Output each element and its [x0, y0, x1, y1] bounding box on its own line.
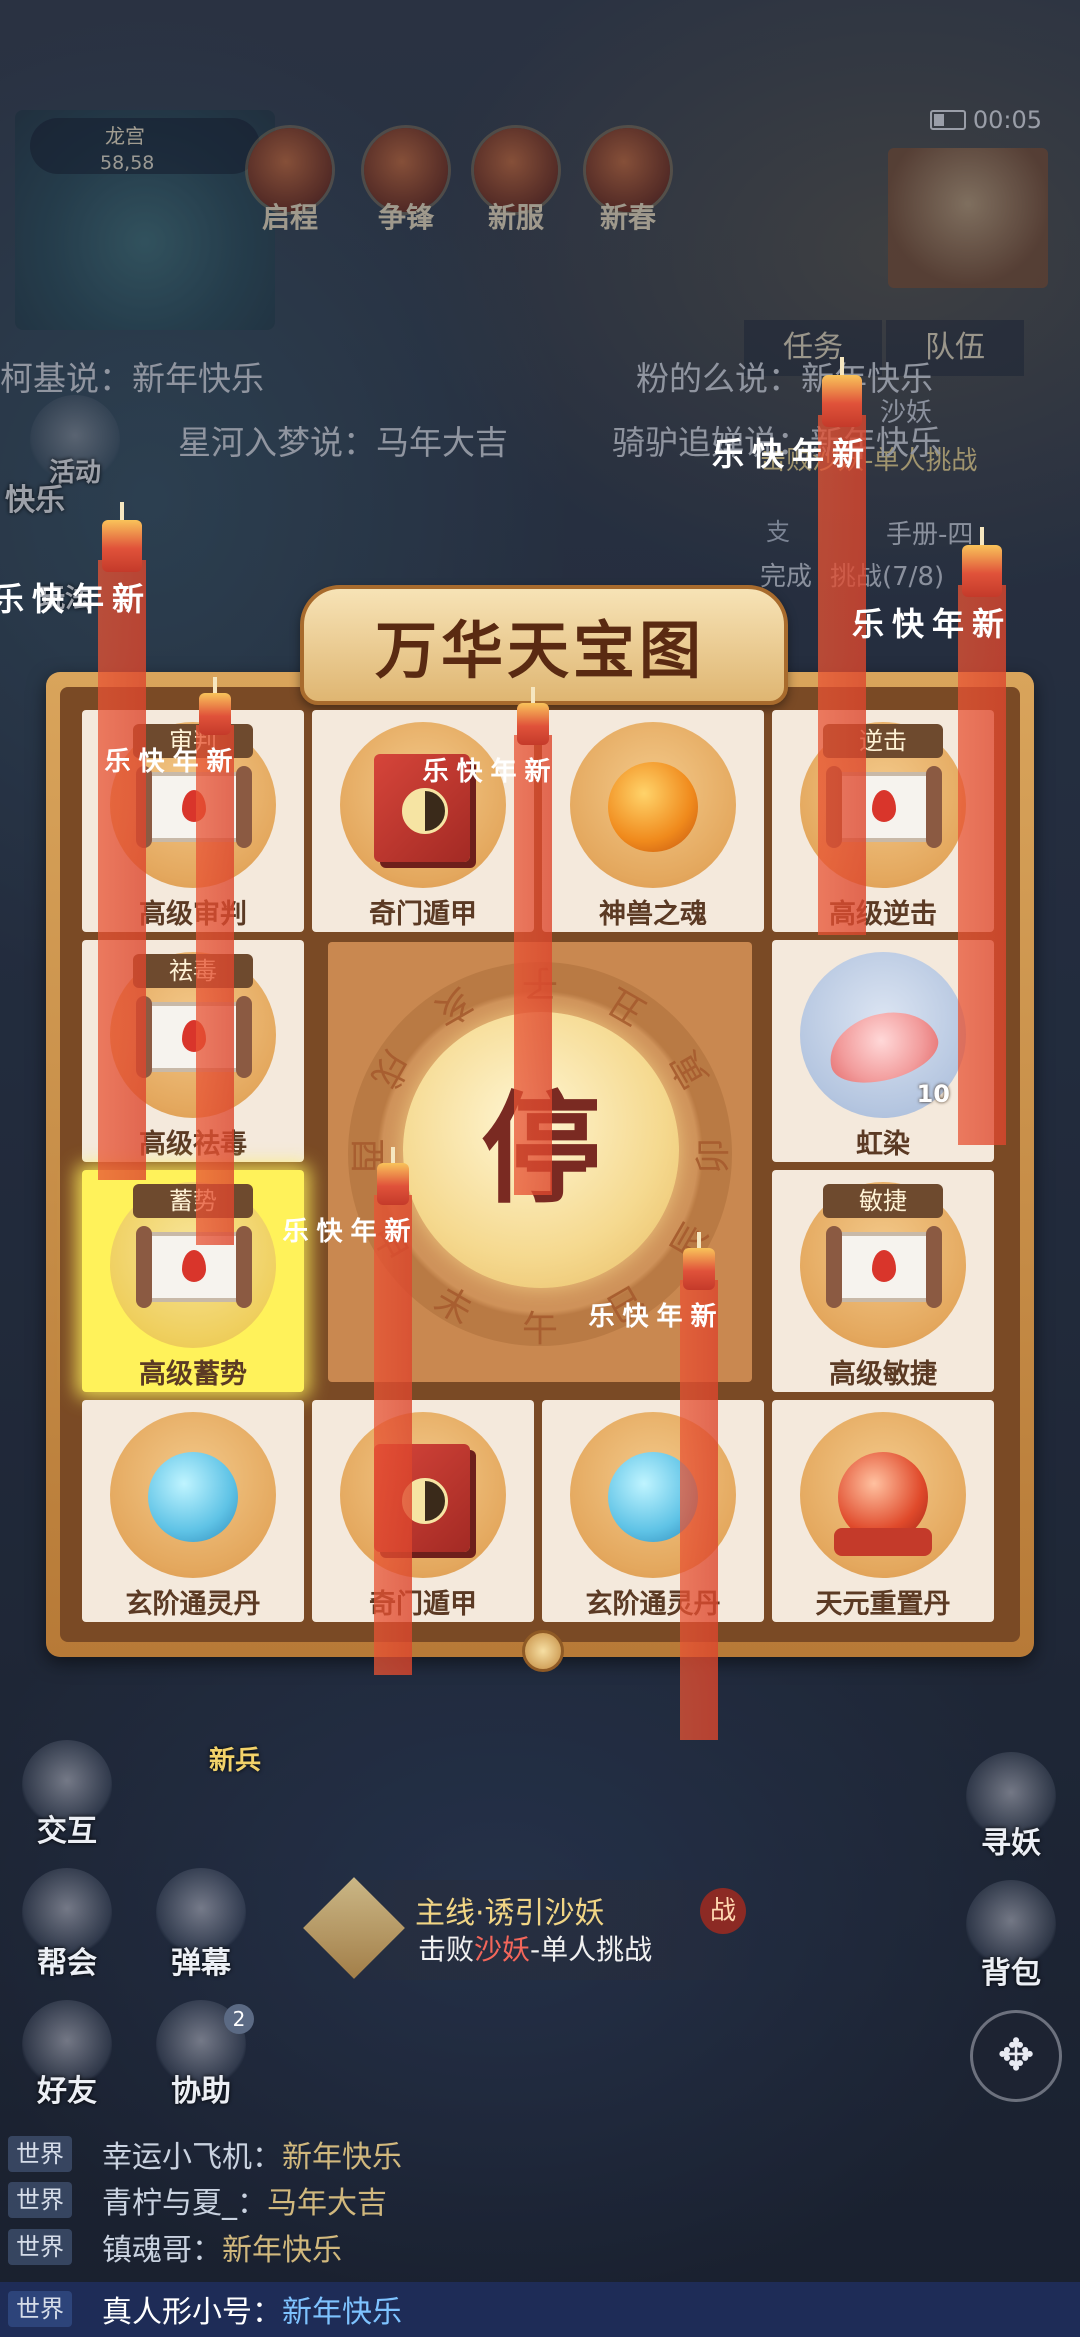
chat-row[interactable]: 世界 青柠与夏_：马年大吉: [8, 2178, 387, 2222]
chat-message: 青柠与夏_：马年大吉: [102, 2178, 387, 2222]
firecracker-ribbon: [818, 415, 866, 935]
chat-text: 新年快乐: [282, 2295, 402, 2330]
chat-message: 幸运小飞机：新年快乐: [102, 2132, 402, 2176]
backpack-label[interactable]: 背包: [956, 1948, 1066, 1992]
guild-label[interactable]: 帮会: [12, 1938, 122, 1982]
firecracker-head: [517, 703, 549, 745]
item-name: 高级蓄势: [139, 1359, 247, 1390]
firecracker-ribbon: [958, 585, 1006, 1145]
firecracker-text: 新年快乐: [0, 582, 145, 618]
firecracker-ribbon: [374, 1195, 412, 1675]
zodiac-char: 卯: [693, 1138, 734, 1175]
chat-row[interactable]: 世界 真人形小号：新年快乐: [8, 2287, 402, 2331]
panel-title: 万华天宝图: [374, 614, 705, 687]
item-name: 神兽之魂: [599, 899, 707, 930]
chat-user: 青柠与夏_：: [102, 2186, 267, 2221]
chat-message: 真人形小号：新年快乐: [102, 2287, 402, 2331]
chat-user: 真人形小号：: [102, 2295, 282, 2330]
reward-cell[interactable]: 玄阶通灵丹: [82, 1400, 304, 1622]
firecracker-head: [199, 693, 231, 735]
quest-objective-target: 沙妖: [474, 1933, 531, 1966]
firecracker-text: 新年快乐: [584, 1302, 716, 1332]
barrage-toggle-label[interactable]: 弹幕: [146, 1938, 256, 1982]
item-name: 天元重置丹: [815, 1589, 951, 1620]
chat-channel: 世界: [8, 2229, 72, 2265]
skill-tag: 祛毒: [133, 954, 253, 988]
chat-user: 镇魂哥：: [102, 2233, 222, 2268]
chat-row[interactable]: 世界 幸运小飞机：新年快乐: [8, 2132, 402, 2176]
assist-badge: 2: [224, 2004, 254, 2034]
assist-label[interactable]: 协助: [146, 2066, 256, 2110]
firecracker-ribbon: [98, 560, 146, 1180]
find-demon-label[interactable]: 寻妖: [956, 1818, 1066, 1862]
chat-row[interactable]: 世界 镇魂哥：新年快乐: [8, 2225, 342, 2269]
chat-channel: 世界: [8, 2182, 72, 2218]
spirit-pill-icon: [148, 1452, 238, 1542]
firecracker-text: 新年快乐: [847, 607, 1005, 643]
firecracker-head: [102, 520, 142, 572]
item-name: 奇门遁甲: [369, 899, 477, 930]
chat-input-bar[interactable]: 世界 真人形小号：新年快乐: [0, 2282, 1080, 2337]
interact-label[interactable]: 交互: [12, 1806, 122, 1850]
reward-cell[interactable]: 奇门遁甲: [312, 710, 534, 932]
firecracker-wick: [120, 502, 124, 522]
pet-name: 新兵: [208, 1746, 261, 1776]
panel-bottom-ornament: [522, 1630, 564, 1672]
chat-text: 马年大吉: [267, 2186, 387, 2221]
reward-cell[interactable]: 玄阶通灵丹: [542, 1400, 764, 1622]
item-name: 高级敏捷: [829, 1359, 937, 1390]
chat-user: 幸运小飞机：: [102, 2140, 282, 2175]
quest-objective-prefix: 击败: [418, 1933, 475, 1966]
reward-cell[interactable]: 天元重置丹: [772, 1400, 994, 1622]
skill-tag: 敏捷: [823, 1184, 943, 1218]
firecracker-text: 新年快乐: [707, 437, 865, 473]
firecracker-head: [962, 545, 1002, 597]
reward-cell[interactable]: 蓄势 高级蓄势: [82, 1170, 304, 1392]
chat-channel: 世界: [8, 2291, 72, 2327]
firecracker-wick: [980, 527, 984, 547]
quest-objective[interactable]: 击败沙妖-单人挑战: [418, 1928, 652, 1968]
item-name: 玄阶通灵丹: [125, 1589, 261, 1620]
item-name: 奇门遁甲: [369, 1589, 477, 1620]
skill-scroll-icon: [826, 1226, 942, 1308]
firecracker-head: [683, 1248, 715, 1290]
battle-badge[interactable]: 战: [700, 1888, 746, 1934]
quest-title[interactable]: 主线·诱引沙妖: [415, 1888, 605, 1932]
firecracker-ribbon: [514, 735, 552, 1195]
compass-icon[interactable]: ✥: [970, 2010, 1062, 2102]
chat-text: 新年快乐: [282, 2140, 402, 2175]
firecracker-head: [377, 1163, 409, 1205]
firecracker-ribbon: [196, 725, 234, 1245]
friends-label[interactable]: 好友: [12, 2066, 122, 2110]
firecracker-wick: [840, 357, 844, 377]
beast-soul-orb-icon: [608, 762, 698, 852]
item-name: 玄阶通灵丹: [585, 1589, 721, 1620]
firecracker-text: 新年快乐: [100, 747, 232, 777]
firecracker-text: 新年快乐: [418, 757, 550, 787]
chat-message: 镇魂哥：新年快乐: [102, 2225, 342, 2269]
reward-cell[interactable]: 敏捷 高级敏捷: [772, 1170, 994, 1392]
skill-tag: 蓄势: [133, 1184, 253, 1218]
reward-cell[interactable]: 奇门遁甲: [312, 1400, 534, 1622]
chat-channel: 世界: [8, 2136, 72, 2172]
quest-objective-suffix: -单人挑战: [530, 1933, 653, 1966]
firecracker-ribbon: [680, 1280, 718, 1740]
firecracker-head: [822, 375, 862, 427]
item-quantity: 10: [916, 1080, 950, 1108]
chat-text: 新年快乐: [222, 2233, 342, 2268]
reward-cell[interactable]: 神兽之魂: [542, 710, 764, 932]
zodiac-char: 午: [521, 1309, 558, 1350]
firecracker-text: 新年快乐: [278, 1217, 410, 1247]
